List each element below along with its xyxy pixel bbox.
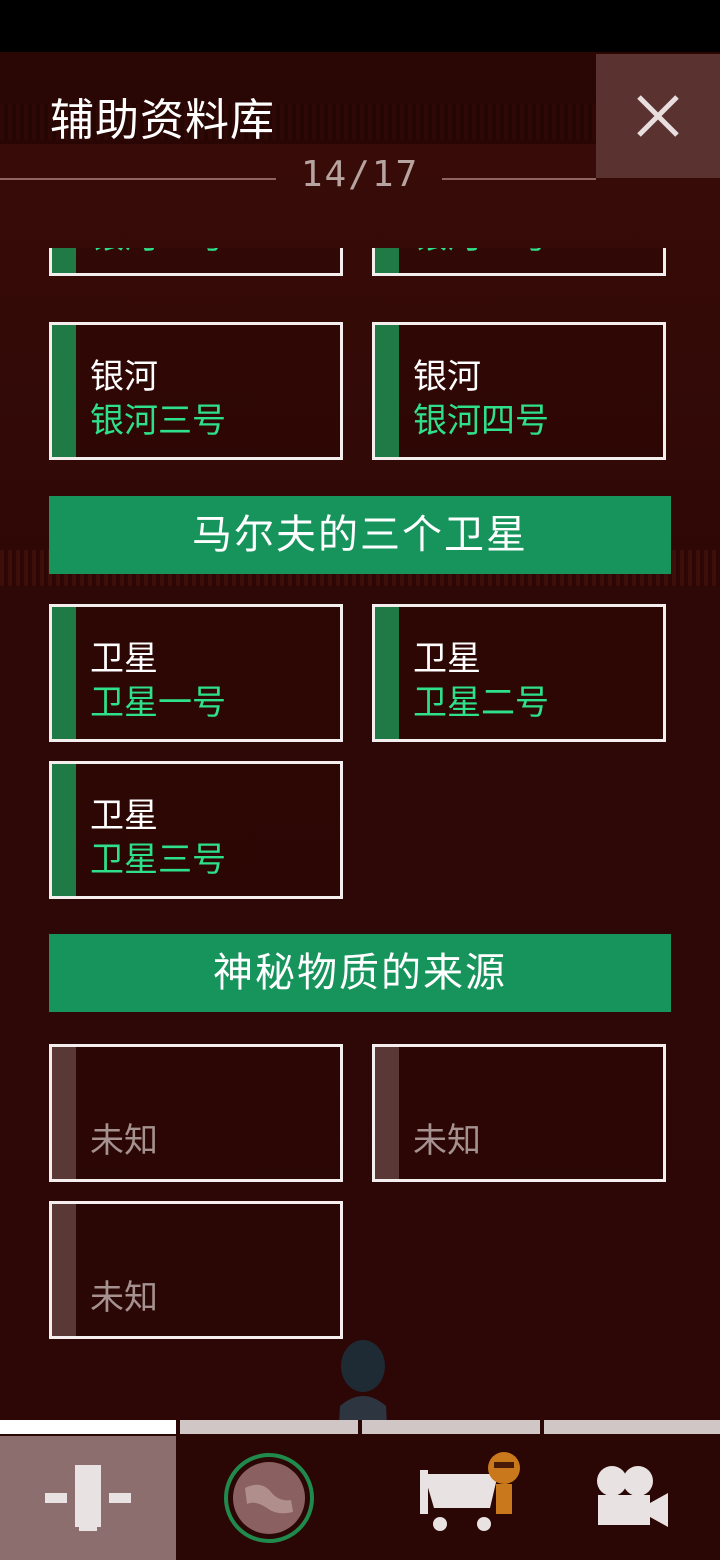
card-title: 卫星 [413,639,481,679]
card-title: 卫星 [90,796,158,836]
entry-list[interactable]: 银河一号 银河二号 银河 银河三号 银河 银河四号 马尔夫的三个卫星 卫星 卫星… [0,248,720,1408]
card-subtitle: 银河四号 [413,401,549,441]
tab-shop[interactable] [362,1436,540,1560]
entry-card-moon-3[interactable]: 卫星 卫星三号 [49,761,343,899]
tab-camera[interactable] [544,1436,720,1560]
entry-card-galaxy-1[interactable]: 银河一号 [49,248,343,276]
tab-planet[interactable] [180,1436,358,1560]
card-accent-bar [52,607,76,739]
section-header-matter: 神秘物质的来源 [49,934,671,1012]
card-status: 未知 [90,1121,158,1161]
tab-indicator [362,1420,540,1434]
card-accent-bar [52,248,76,273]
status-bar [0,0,720,52]
section-header-moons: 马尔夫的三个卫星 [49,496,671,574]
planet-icon [224,1453,314,1543]
entry-card-locked-2[interactable]: 未知 [372,1044,666,1182]
camera-icon [597,1466,668,1527]
divider-left [0,178,276,180]
card-status: 未知 [413,1121,481,1161]
card-accent-bar [52,1204,76,1336]
tab-indicator-active [0,1420,176,1434]
card-accent-bar [375,248,399,273]
card-accent-bar [52,1047,76,1179]
card-status: 未知 [90,1278,158,1318]
entry-card-locked-1[interactable]: 未知 [49,1044,343,1182]
divider-right [442,178,596,180]
close-button[interactable] [596,54,720,178]
tab-database[interactable] [0,1436,176,1560]
card-accent-bar [375,325,399,457]
cart-icon [420,1452,520,1531]
entry-card-galaxy-3[interactable]: 银河 银河三号 [49,322,343,460]
card-accent-bar [375,1047,399,1179]
page-title: 辅助资料库 [50,95,275,146]
card-subtitle: 卫星二号 [413,683,549,723]
card-subtitle: 银河一号 [90,248,226,258]
entry-card-locked-3[interactable]: 未知 [49,1201,343,1339]
card-title: 银河 [413,357,481,397]
tab-indicator [544,1420,720,1434]
entry-card-galaxy-4[interactable]: 银河 银河四号 [372,322,666,460]
card-accent-bar [375,607,399,739]
card-accent-bar [52,325,76,457]
card-subtitle: 卫星三号 [90,840,226,880]
database-icon [45,1465,131,1531]
card-subtitle: 银河二号 [413,248,549,258]
entry-card-moon-1[interactable]: 卫星 卫星一号 [49,604,343,742]
page-counter: 14/17 [300,154,420,195]
close-icon [637,95,679,137]
card-title: 卫星 [90,639,158,679]
tab-indicator [180,1420,358,1434]
entry-card-moon-2[interactable]: 卫星 卫星二号 [372,604,666,742]
card-title: 银河 [90,357,158,397]
card-subtitle: 卫星一号 [90,683,226,723]
entry-card-galaxy-2[interactable]: 银河二号 [372,248,666,276]
card-subtitle: 银河三号 [90,401,226,441]
card-accent-bar [52,764,76,896]
